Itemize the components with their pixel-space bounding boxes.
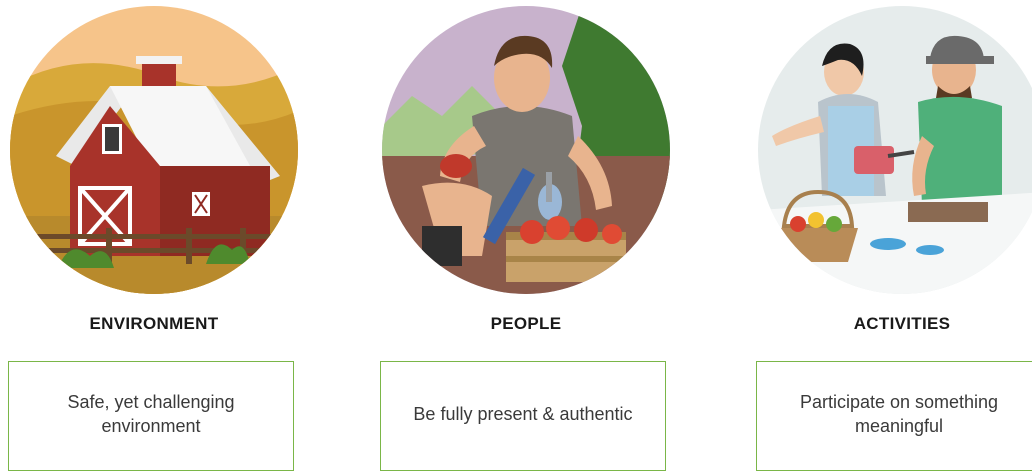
person-with-prosthetic-illustration <box>382 6 670 294</box>
people-card: Be fully present & authentic <box>380 361 666 471</box>
activities-column: ACTIVITIES Participate on something mean… <box>752 0 1032 471</box>
people-heading: PEOPLE <box>490 314 562 333</box>
environment-description: Safe, yet challenging environment <box>67 392 235 436</box>
people-column: PEOPLE Be fully present & authentic <box>376 0 676 471</box>
people-description: Be fully present & authentic <box>413 404 633 424</box>
cooking-together-illustration <box>758 6 1032 294</box>
activities-card: Participate on something meaningful <box>756 361 1032 471</box>
activities-heading: ACTIVITIES <box>853 314 951 333</box>
environment-heading: ENVIRONMENT <box>89 314 219 333</box>
environment-column: ENVIRONMENT Safe, yet challenging enviro… <box>4 0 304 471</box>
activities-description: Participate on something meaningful <box>799 392 999 436</box>
environment-card: Safe, yet challenging environment <box>8 361 294 471</box>
barn-illustration <box>10 6 298 294</box>
